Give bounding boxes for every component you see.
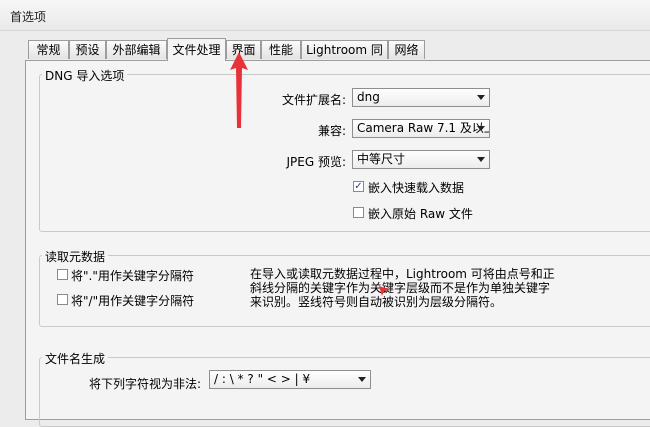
chevron-down-icon xyxy=(477,157,485,162)
dot-separator-checkbox[interactable] xyxy=(57,269,68,280)
tab-lightroom-sync[interactable]: Lightroom 同步 xyxy=(301,40,388,76)
description-line: 来识别。竖线符号则自动被识别为层级分隔符。 xyxy=(250,295,503,309)
extension-label: 文件扩展名: xyxy=(281,93,346,107)
tab-network[interactable]: 网络 xyxy=(388,40,425,59)
slash-separator-label: 将"/"用作关键字分隔符 xyxy=(71,294,195,308)
compat-label: 兼容: xyxy=(317,124,346,138)
compat-value: Camera Raw 7.1 及以上 xyxy=(357,121,490,135)
tab-performance[interactable]: 性能 xyxy=(261,40,301,59)
compat-select[interactable]: Camera Raw 7.1 及以上 xyxy=(352,119,490,138)
annotation-arrow-icon xyxy=(230,52,248,128)
tab-presets[interactable]: 预设 xyxy=(69,40,106,59)
illegal-chars-value: / : \ * ? " < > | ¥ xyxy=(214,372,311,386)
embed-raw-label: 嵌入原始 Raw 文件 xyxy=(368,207,473,221)
annotation-arrow-shape xyxy=(230,52,248,128)
metadata-description: 在导入或读取元数据过程中，Lightroom 可将由点号和正 斜线分隔的关键字作… xyxy=(250,267,560,309)
extension-select[interactable]: dng xyxy=(352,88,490,107)
dot-separator-label: 将"."用作关键字分隔符 xyxy=(71,269,194,283)
chevron-down-icon xyxy=(358,377,366,382)
window-title: 首选项 xyxy=(10,10,47,24)
metadata-group-title: 读取元数据 xyxy=(42,248,109,265)
embed-fast-load-label: 嵌入快速载入数据 xyxy=(368,181,465,195)
illegal-chars-select[interactable]: / : \ * ? " < > | ¥ xyxy=(209,370,371,389)
embed-raw-checkbox[interactable] xyxy=(353,207,364,218)
embed-fast-load-checkbox[interactable]: ✓ xyxy=(353,181,364,192)
jpeg-preview-select[interactable]: 中等尺寸 xyxy=(352,150,490,169)
illegal-chars-label: 将下列字符视为非法: xyxy=(88,377,201,391)
filename-group-title: 文件名生成 xyxy=(42,350,109,367)
chevron-down-icon xyxy=(477,126,485,131)
jpeg-preview-value: 中等尺寸 xyxy=(357,152,406,166)
chevron-down-icon xyxy=(477,95,485,100)
tab-external-editing[interactable]: 外部编辑 xyxy=(106,40,167,59)
tab-general[interactable]: 常规 xyxy=(28,40,69,59)
slash-separator-checkbox[interactable] xyxy=(57,294,68,305)
description-line: 斜线分隔的关键字作为关键字层级而不是作为单独关键字 xyxy=(250,281,551,295)
file-handling-panel: DNG 导入选项 文件扩展名: dng 兼容: Camera Raw 7.1 及… xyxy=(25,60,650,427)
window-titlebar: 首选项 xyxy=(0,0,650,31)
cursor-icon xyxy=(379,286,391,296)
description-line: 在导入或读取元数据过程中，Lightroom 可将由点号和正 xyxy=(250,267,555,281)
filename-group xyxy=(39,357,650,427)
dng-group-title: DNG 导入选项 xyxy=(42,67,128,84)
extension-value: dng xyxy=(357,90,380,104)
jpeg-preview-label: JPEG 预览: xyxy=(286,155,346,169)
tab-file-handling[interactable]: 文件处理 xyxy=(167,38,226,61)
